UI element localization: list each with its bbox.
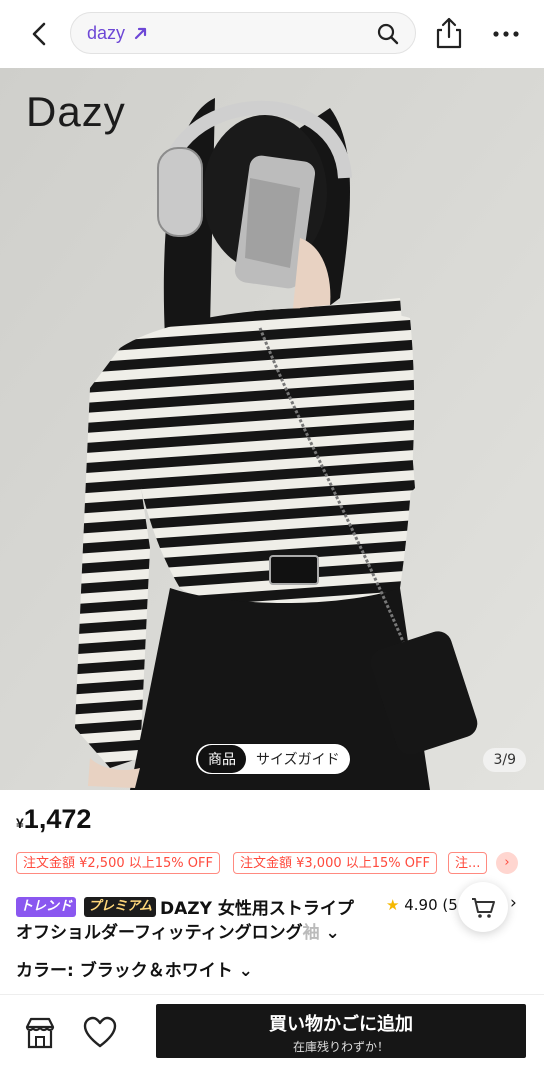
image-counter: 3/9 bbox=[483, 748, 526, 772]
share-icon[interactable] bbox=[434, 16, 464, 50]
chevron-down-icon: ⌄ bbox=[238, 961, 253, 981]
brand-logo: Dazy bbox=[26, 88, 126, 135]
price-amount: 1,472 bbox=[23, 804, 92, 834]
coupon-badge[interactable]: 注文金額 ¥3,000 以上15% OFF bbox=[233, 852, 437, 874]
coupon-more-icon[interactable]: › bbox=[496, 852, 518, 874]
search-bar[interactable]: dazy bbox=[70, 12, 416, 54]
tab-product[interactable]: 商品 bbox=[198, 745, 246, 773]
product-photo bbox=[0, 68, 544, 790]
cart-floating-button[interactable] bbox=[458, 882, 508, 932]
color-selector[interactable]: カラー: ブラック＆ホワイト ⌄ bbox=[16, 956, 253, 981]
star-icon: ★ bbox=[386, 896, 400, 914]
expand-title-icon[interactable]: ⌄ bbox=[320, 923, 340, 943]
chevron-right-icon[interactable]: › bbox=[510, 893, 517, 913]
more-options-icon[interactable] bbox=[490, 24, 522, 44]
product-image-gallery[interactable]: Dazy 商品 サイズガイド 3/9 bbox=[0, 68, 544, 790]
product-title-fade: 袖 bbox=[302, 923, 320, 943]
search-query: dazy bbox=[87, 23, 126, 43]
tab-size-guide[interactable]: サイズガイド bbox=[256, 749, 340, 769]
gallery-tab-switch[interactable]: 商品 サイズガイド bbox=[196, 744, 350, 774]
product-price: ¥1,472 bbox=[16, 804, 91, 835]
cart-icon bbox=[472, 898, 495, 918]
favorite-heart-icon[interactable] bbox=[82, 1015, 118, 1049]
color-label: カラー: ブラック＆ホワイト bbox=[16, 961, 233, 981]
currency-symbol: ¥ bbox=[16, 815, 24, 831]
trend-tag: トレンド bbox=[16, 897, 77, 917]
add-to-cart-label: 買い物かごに追加 bbox=[269, 1014, 413, 1035]
coupon-badge[interactable]: 注... bbox=[448, 852, 488, 874]
rating-value: 4.90 (5 bbox=[404, 896, 458, 914]
top-bar: dazy bbox=[0, 0, 544, 68]
trending-arrow-icon bbox=[134, 27, 147, 40]
store-icon[interactable] bbox=[22, 1015, 58, 1051]
product-rating[interactable]: ★ 4.90 (5 bbox=[386, 896, 458, 914]
add-to-cart-button[interactable]: 買い物かごに追加 在庫残りわずか！ bbox=[156, 1004, 526, 1058]
stock-note: 在庫残りわずか！ bbox=[292, 1040, 389, 1054]
premium-tag: プレミアム bbox=[84, 897, 157, 917]
product-title-line1: DAZY 女性用ストライプ bbox=[160, 899, 354, 919]
product-title-line2[interactable]: オフショルダーフィッティングロング袖 ⌄ bbox=[16, 918, 340, 943]
search-icon[interactable] bbox=[377, 23, 399, 45]
product-title-text: オフショルダーフィッティングロング bbox=[16, 923, 303, 943]
coupon-badge[interactable]: 注文金額 ¥2,500 以上15% OFF bbox=[16, 852, 220, 874]
back-arrow-icon[interactable] bbox=[24, 18, 56, 50]
